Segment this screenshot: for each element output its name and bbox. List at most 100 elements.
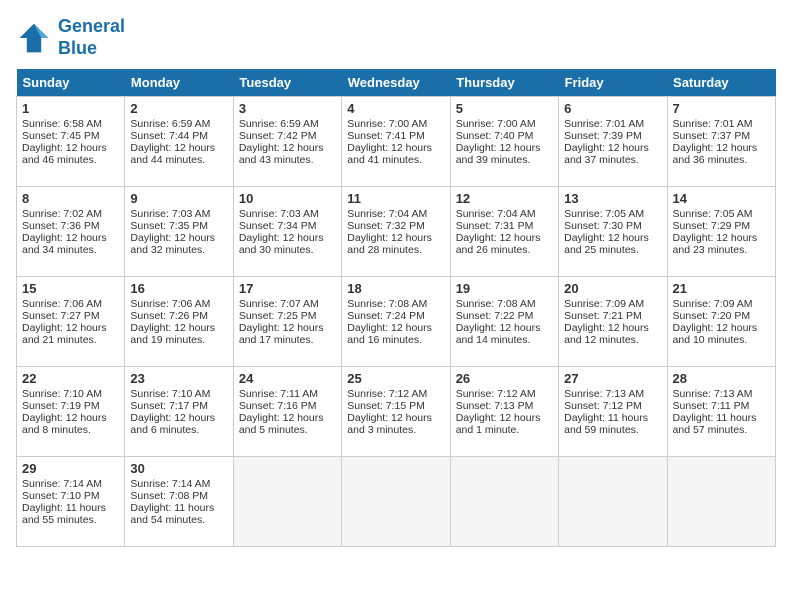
day-info-line: and 5 minutes. — [239, 424, 336, 436]
day-info-line: Sunrise: 7:04 AM — [456, 208, 553, 220]
day-info-line: and 23 minutes. — [673, 244, 770, 256]
day-info-line: Daylight: 11 hours — [673, 412, 770, 424]
day-info-line: and 1 minute. — [456, 424, 553, 436]
calendar-day-empty — [667, 457, 775, 547]
calendar-header-row: SundayMondayTuesdayWednesdayThursdayFrid… — [17, 69, 776, 97]
day-info-line: Sunrise: 7:14 AM — [22, 478, 119, 490]
day-number: 17 — [239, 281, 336, 296]
calendar-day-7: 7Sunrise: 7:01 AMSunset: 7:37 PMDaylight… — [667, 97, 775, 187]
day-header-tuesday: Tuesday — [233, 69, 341, 97]
day-header-sunday: Sunday — [17, 69, 125, 97]
calendar-week-row: 1Sunrise: 6:58 AMSunset: 7:45 PMDaylight… — [17, 97, 776, 187]
day-info-line: Sunrise: 6:58 AM — [22, 118, 119, 130]
day-info-line: and 46 minutes. — [22, 154, 119, 166]
day-info-line: and 17 minutes. — [239, 334, 336, 346]
day-number: 2 — [130, 101, 227, 116]
day-info-line: Daylight: 12 hours — [673, 322, 770, 334]
day-info-line: Sunrise: 7:05 AM — [564, 208, 661, 220]
calendar-day-12: 12Sunrise: 7:04 AMSunset: 7:31 PMDayligh… — [450, 187, 558, 277]
day-info-line: and 10 minutes. — [673, 334, 770, 346]
day-info-line: Daylight: 12 hours — [564, 322, 661, 334]
day-info-line: Sunrise: 7:08 AM — [347, 298, 444, 310]
day-info-line: and 19 minutes. — [130, 334, 227, 346]
calendar-day-9: 9Sunrise: 7:03 AMSunset: 7:35 PMDaylight… — [125, 187, 233, 277]
day-number: 16 — [130, 281, 227, 296]
calendar-day-4: 4Sunrise: 7:00 AMSunset: 7:41 PMDaylight… — [342, 97, 450, 187]
calendar-day-empty — [233, 457, 341, 547]
calendar-day-11: 11Sunrise: 7:04 AMSunset: 7:32 PMDayligh… — [342, 187, 450, 277]
day-number: 26 — [456, 371, 553, 386]
day-header-thursday: Thursday — [450, 69, 558, 97]
calendar-day-23: 23Sunrise: 7:10 AMSunset: 7:17 PMDayligh… — [125, 367, 233, 457]
day-info-line: and 54 minutes. — [130, 514, 227, 526]
day-info-line: Sunset: 7:34 PM — [239, 220, 336, 232]
day-number: 27 — [564, 371, 661, 386]
day-info-line: Daylight: 12 hours — [564, 232, 661, 244]
day-info-line: Sunrise: 7:13 AM — [564, 388, 661, 400]
day-number: 15 — [22, 281, 119, 296]
day-info-line: Daylight: 12 hours — [130, 322, 227, 334]
day-number: 25 — [347, 371, 444, 386]
day-info-line: and 14 minutes. — [456, 334, 553, 346]
day-number: 23 — [130, 371, 227, 386]
calendar-day-17: 17Sunrise: 7:07 AMSunset: 7:25 PMDayligh… — [233, 277, 341, 367]
day-info-line: Sunset: 7:15 PM — [347, 400, 444, 412]
calendar-week-row: 22Sunrise: 7:10 AMSunset: 7:19 PMDayligh… — [17, 367, 776, 457]
calendar-day-22: 22Sunrise: 7:10 AMSunset: 7:19 PMDayligh… — [17, 367, 125, 457]
calendar-day-1: 1Sunrise: 6:58 AMSunset: 7:45 PMDaylight… — [17, 97, 125, 187]
day-info-line: and 8 minutes. — [22, 424, 119, 436]
day-info-line: and 55 minutes. — [22, 514, 119, 526]
day-info-line: Daylight: 12 hours — [347, 142, 444, 154]
day-info-line: and 43 minutes. — [239, 154, 336, 166]
day-info-line: Sunrise: 7:09 AM — [564, 298, 661, 310]
calendar-day-26: 26Sunrise: 7:12 AMSunset: 7:13 PMDayligh… — [450, 367, 558, 457]
logo: General Blue — [16, 16, 125, 59]
day-info-line: Daylight: 12 hours — [347, 412, 444, 424]
day-info-line: Daylight: 12 hours — [456, 232, 553, 244]
calendar-day-20: 20Sunrise: 7:09 AMSunset: 7:21 PMDayligh… — [559, 277, 667, 367]
day-header-wednesday: Wednesday — [342, 69, 450, 97]
day-info-line: Sunrise: 7:03 AM — [130, 208, 227, 220]
calendar-table: SundayMondayTuesdayWednesdayThursdayFrid… — [16, 69, 776, 547]
day-number: 5 — [456, 101, 553, 116]
day-info-line: Sunrise: 7:03 AM — [239, 208, 336, 220]
calendar-day-28: 28Sunrise: 7:13 AMSunset: 7:11 PMDayligh… — [667, 367, 775, 457]
day-info-line: Daylight: 12 hours — [673, 142, 770, 154]
day-info-line: Sunset: 7:22 PM — [456, 310, 553, 322]
day-info-line: Sunrise: 7:01 AM — [564, 118, 661, 130]
calendar-week-row: 29Sunrise: 7:14 AMSunset: 7:10 PMDayligh… — [17, 457, 776, 547]
day-info-line: Sunrise: 7:05 AM — [673, 208, 770, 220]
day-info-line: Sunrise: 6:59 AM — [130, 118, 227, 130]
day-info-line: and 39 minutes. — [456, 154, 553, 166]
day-info-line: and 41 minutes. — [347, 154, 444, 166]
day-info-line: Sunset: 7:27 PM — [22, 310, 119, 322]
day-header-monday: Monday — [125, 69, 233, 97]
day-info-line: Daylight: 12 hours — [239, 142, 336, 154]
day-number: 28 — [673, 371, 770, 386]
day-info-line: Daylight: 12 hours — [130, 142, 227, 154]
day-number: 14 — [673, 191, 770, 206]
day-header-saturday: Saturday — [667, 69, 775, 97]
day-number: 22 — [22, 371, 119, 386]
day-info-line: Daylight: 12 hours — [347, 322, 444, 334]
calendar-day-empty — [559, 457, 667, 547]
day-info-line: and 16 minutes. — [347, 334, 444, 346]
day-info-line: Daylight: 12 hours — [673, 232, 770, 244]
day-info-line: Sunrise: 7:06 AM — [22, 298, 119, 310]
day-info-line: and 37 minutes. — [564, 154, 661, 166]
day-info-line: and 30 minutes. — [239, 244, 336, 256]
day-info-line: and 57 minutes. — [673, 424, 770, 436]
day-info-line: Sunset: 7:32 PM — [347, 220, 444, 232]
calendar-day-empty — [342, 457, 450, 547]
calendar-day-24: 24Sunrise: 7:11 AMSunset: 7:16 PMDayligh… — [233, 367, 341, 457]
day-info-line: Sunset: 7:10 PM — [22, 490, 119, 502]
day-info-line: Daylight: 12 hours — [22, 142, 119, 154]
day-info-line: Sunset: 7:45 PM — [22, 130, 119, 142]
day-number: 6 — [564, 101, 661, 116]
page-header: General Blue — [16, 16, 776, 59]
day-info-line: Sunset: 7:35 PM — [130, 220, 227, 232]
day-info-line: Sunset: 7:26 PM — [130, 310, 227, 322]
day-info-line: and 59 minutes. — [564, 424, 661, 436]
calendar-day-15: 15Sunrise: 7:06 AMSunset: 7:27 PMDayligh… — [17, 277, 125, 367]
day-info-line: Sunset: 7:41 PM — [347, 130, 444, 142]
